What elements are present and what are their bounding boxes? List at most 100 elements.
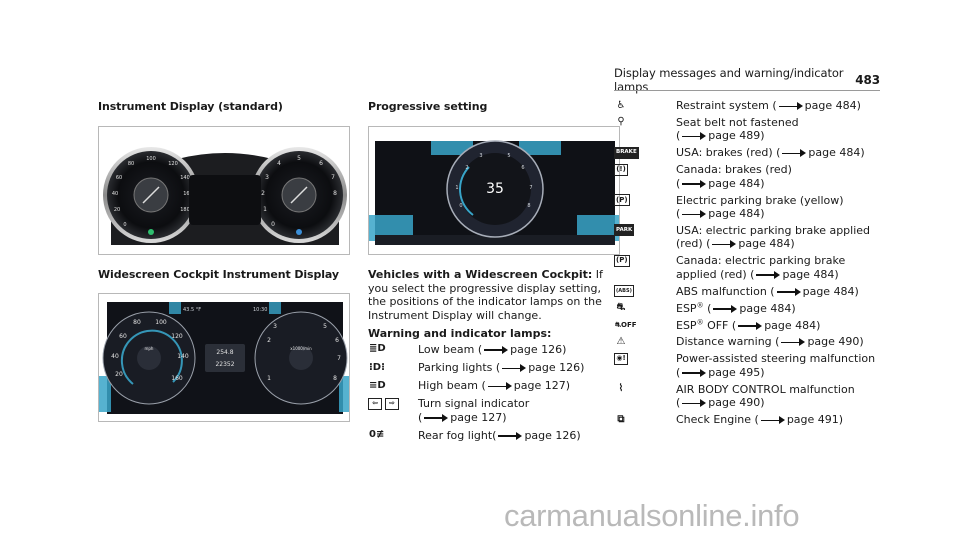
svg-text:0: 0 <box>123 222 126 228</box>
lamp-text: Power-assisted steering malfunction <box>676 352 876 366</box>
svg-text:60: 60 <box>116 175 122 181</box>
page-ref[interactable]: page 490) <box>807 335 863 348</box>
park-icon: PARK <box>614 224 635 237</box>
page-ref[interactable]: page 484) <box>738 237 794 250</box>
page-ref[interactable]: page 127) <box>514 379 570 392</box>
check-engine-icon: ⧉ <box>617 413 625 425</box>
figure-widescreen-cluster: 20 40 60 80 100 120 140 160 mph 23 5 6 7 8 1 x1000… <box>98 293 350 422</box>
page-ref[interactable]: page 127) <box>450 411 506 424</box>
page-ref[interactable]: page 491) <box>787 413 843 426</box>
running-header: Display messages and warning/indicator l… <box>614 66 960 94</box>
arrow-icon <box>782 149 807 158</box>
page-number: 483 <box>855 73 880 87</box>
lamp-text: Low beam ( <box>418 342 483 356</box>
parking-brake-icon: (P) <box>614 194 630 207</box>
lamp-restraint-system: ♿ Restraint system (page 484) <box>614 99 904 113</box>
svg-text:100: 100 <box>155 319 167 326</box>
lamp-rear-fog: 0≢ Rear fog light(page 126) <box>368 429 618 443</box>
arrow-icon <box>487 382 512 391</box>
page-ref[interactable]: page 484) <box>808 146 864 159</box>
page-ref[interactable]: page 484) <box>708 207 764 220</box>
svg-text:140: 140 <box>177 353 189 360</box>
page-ref[interactable]: page 484) <box>782 268 838 281</box>
lamp-parking-lights: ⁝D⁝ Parking lights ( page 126) <box>368 361 618 375</box>
svg-text:0: 0 <box>271 221 275 228</box>
column-2-text: Vehicles with a Widescreen Cockpit: If y… <box>368 268 618 447</box>
page-ref[interactable]: page 126) <box>528 361 584 374</box>
svg-text:7: 7 <box>337 355 341 362</box>
svg-text:20: 20 <box>115 371 123 378</box>
svg-text:7: 7 <box>529 185 532 191</box>
lamp-park-usa: PARK USA: electric parking brake applied… <box>614 224 904 251</box>
lamp-high-beam: ≡D High beam (page 127) <box>368 379 618 393</box>
lamp-text-post: ( <box>703 301 712 315</box>
lamp-text: USA: electric parking brake applied <box>676 223 871 237</box>
clock: 10:30 <box>253 307 267 313</box>
low-beam-icon: ≣D <box>369 343 386 355</box>
page-ref[interactable]: page 495) <box>708 366 764 379</box>
arrow-icon <box>682 368 707 377</box>
svg-text:1: 1 <box>455 185 458 191</box>
lamp-text: Seat belt not fastened <box>676 115 799 129</box>
lamp-air-body-control: ⌇ AIR BODY CONTROL malfunction(page 490) <box>614 383 904 410</box>
svg-text:80: 80 <box>133 319 141 326</box>
page-ref[interactable]: page 489) <box>708 129 764 142</box>
lamp-text: Electric parking brake (yellow) <box>676 193 844 207</box>
rpm-unit-label: x1000/min <box>290 346 312 351</box>
page-ref[interactable]: page 490) <box>708 396 764 409</box>
watermark: carmanualsonline.info <box>504 498 800 533</box>
turn-signal-left-icon: ⇦ <box>368 397 382 410</box>
svg-text:1: 1 <box>267 375 271 382</box>
page-ref[interactable]: page 484) <box>764 319 820 332</box>
lamp-text: ESP <box>676 301 697 315</box>
svg-text:3: 3 <box>479 153 482 159</box>
page-ref[interactable]: page 484) <box>708 177 764 190</box>
svg-text:80: 80 <box>128 161 134 167</box>
air-body-control-icon: ⌇ <box>618 383 624 395</box>
column-3-lamp-list: ♿ Restraint system (page 484) ⚲ Seat bel… <box>614 99 904 430</box>
lamp-low-beam: ≣D Low beam ( page 126) <box>368 343 618 357</box>
svg-text:8: 8 <box>333 375 337 382</box>
lamp-text: Check Engine ( <box>676 413 759 427</box>
lamp-turn-signal: ⇦ ⇨ Turn signal indicator(page 127) <box>368 397 618 424</box>
lamp-steering: ◉! Power-assisted steering malfunction(p… <box>614 352 904 379</box>
lamp-text: ABS malfunction ( <box>676 284 775 298</box>
page-ref[interactable]: page 484) <box>739 302 795 315</box>
svg-text:100: 100 <box>146 156 156 162</box>
steering-icon: ◉! <box>614 352 628 365</box>
svg-text:2: 2 <box>267 337 271 344</box>
svg-text:6: 6 <box>319 160 323 167</box>
arrow-icon <box>682 399 707 408</box>
page-ref[interactable]: page 126) <box>510 343 566 356</box>
restraint-system-icon: ♿ <box>616 99 626 111</box>
lamp-esp: ⛐ ESP® (page 484) <box>614 301 904 316</box>
heading-instrument-display-standard: Instrument Display (standard) <box>98 100 283 113</box>
svg-text:120: 120 <box>168 161 178 167</box>
lamp-text-line2: (red) ( <box>676 237 711 251</box>
lamp-text-line2: ( <box>676 207 681 221</box>
lamps-heading: Warning and indicator lamps: <box>368 327 552 341</box>
svg-text:1: 1 <box>263 206 267 213</box>
lamp-electric-parking-brake: (P) Electric parking brake (yellow)( page… <box>614 194 904 221</box>
page-ref[interactable]: page 484) <box>805 99 861 112</box>
svg-text:5: 5 <box>297 155 301 162</box>
page-ref[interactable]: page 126) <box>524 429 580 442</box>
page-ref[interactable]: page 484) <box>803 285 859 298</box>
lamp-brake-usa: BRAKE USA: brakes (red) (page 484) <box>614 146 904 160</box>
svg-text:60: 60 <box>119 333 127 340</box>
arrow-icon <box>682 132 707 141</box>
vehicles-bold: Vehicles with a Widescreen Cockpit: <box>368 268 593 281</box>
lamp-distance-warning: ⚠ Distance warning (page 490) <box>614 335 904 349</box>
outside-temp: 43.5 °F <box>183 307 201 313</box>
parking-lights-icon: ⁝D⁝ <box>369 361 385 373</box>
svg-text:120: 120 <box>171 333 183 340</box>
arrow-icon <box>713 304 738 313</box>
vehicles-paragraph: Vehicles with a Widescreen Cockpit: If y… <box>368 268 618 322</box>
abs-icon: (ABS) <box>614 285 634 298</box>
figure-standard-cluster: 0 20 40 60 80 100 120 140 160 180 0123 4567 8 <box>98 126 350 255</box>
lamp-text: Canada: brakes (red) <box>676 163 792 177</box>
lamp-abs: (ABS) ABS malfunction ( page 484) <box>614 285 904 299</box>
lamp-text: Parking lights ( <box>418 361 501 375</box>
svg-text:6: 6 <box>521 165 524 171</box>
lamp-text-post: OFF ( <box>703 318 737 332</box>
